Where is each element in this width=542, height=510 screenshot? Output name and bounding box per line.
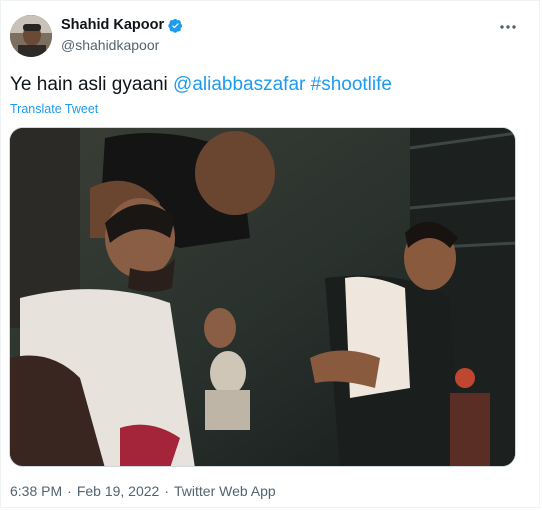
author-display-name[interactable]: Shahid Kapoor [61,17,164,33]
more-options-button[interactable] [495,17,521,37]
tweet-text: Ye hain asli gyaani @aliabbaszafar #shoo… [10,73,392,97]
tweet-photo[interactable] [9,127,516,467]
tweet-time[interactable]: 6:38 PM [10,483,62,499]
hashtag-link[interactable]: #shootlife [311,74,392,95]
tweet-card: Shahid Kapoor @shahidkapoor Ye hain asli… [0,0,540,508]
tweet-date[interactable]: Feb 19, 2022 [77,483,160,499]
meta-separator: · [67,483,72,499]
verified-badge-icon [168,18,183,33]
meta-separator: · [164,483,169,499]
more-options-icon [500,25,516,29]
author-handle[interactable]: @shahidkapoor [61,37,159,53]
tweet-text-plain: Ye hain asli gyaani [10,74,174,95]
tweet-meta: 6:38 PM · Feb 19, 2022 · Twitter Web App [10,483,280,499]
author-name-row: Shahid Kapoor [61,17,183,33]
tweet-source: Twitter Web App [174,483,276,499]
translate-tweet-link[interactable]: Translate Tweet [10,102,98,116]
avatar[interactable] [10,15,52,57]
mention-link[interactable]: @aliabbaszafar [173,74,305,95]
